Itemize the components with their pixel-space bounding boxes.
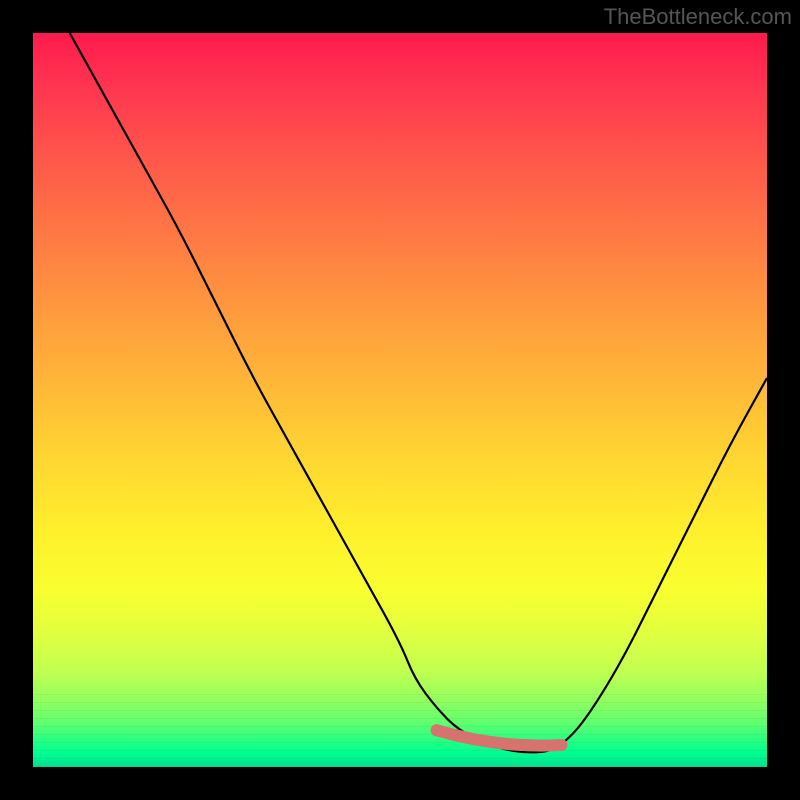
chart-plot-area: [33, 33, 767, 767]
watermark-text: TheBottleneck.com: [604, 4, 792, 30]
bottleneck-curve-line: [70, 33, 767, 752]
optimal-start-dot: [431, 724, 443, 736]
chart-svg: [33, 33, 767, 767]
optimal-range-marker: [437, 730, 562, 745]
